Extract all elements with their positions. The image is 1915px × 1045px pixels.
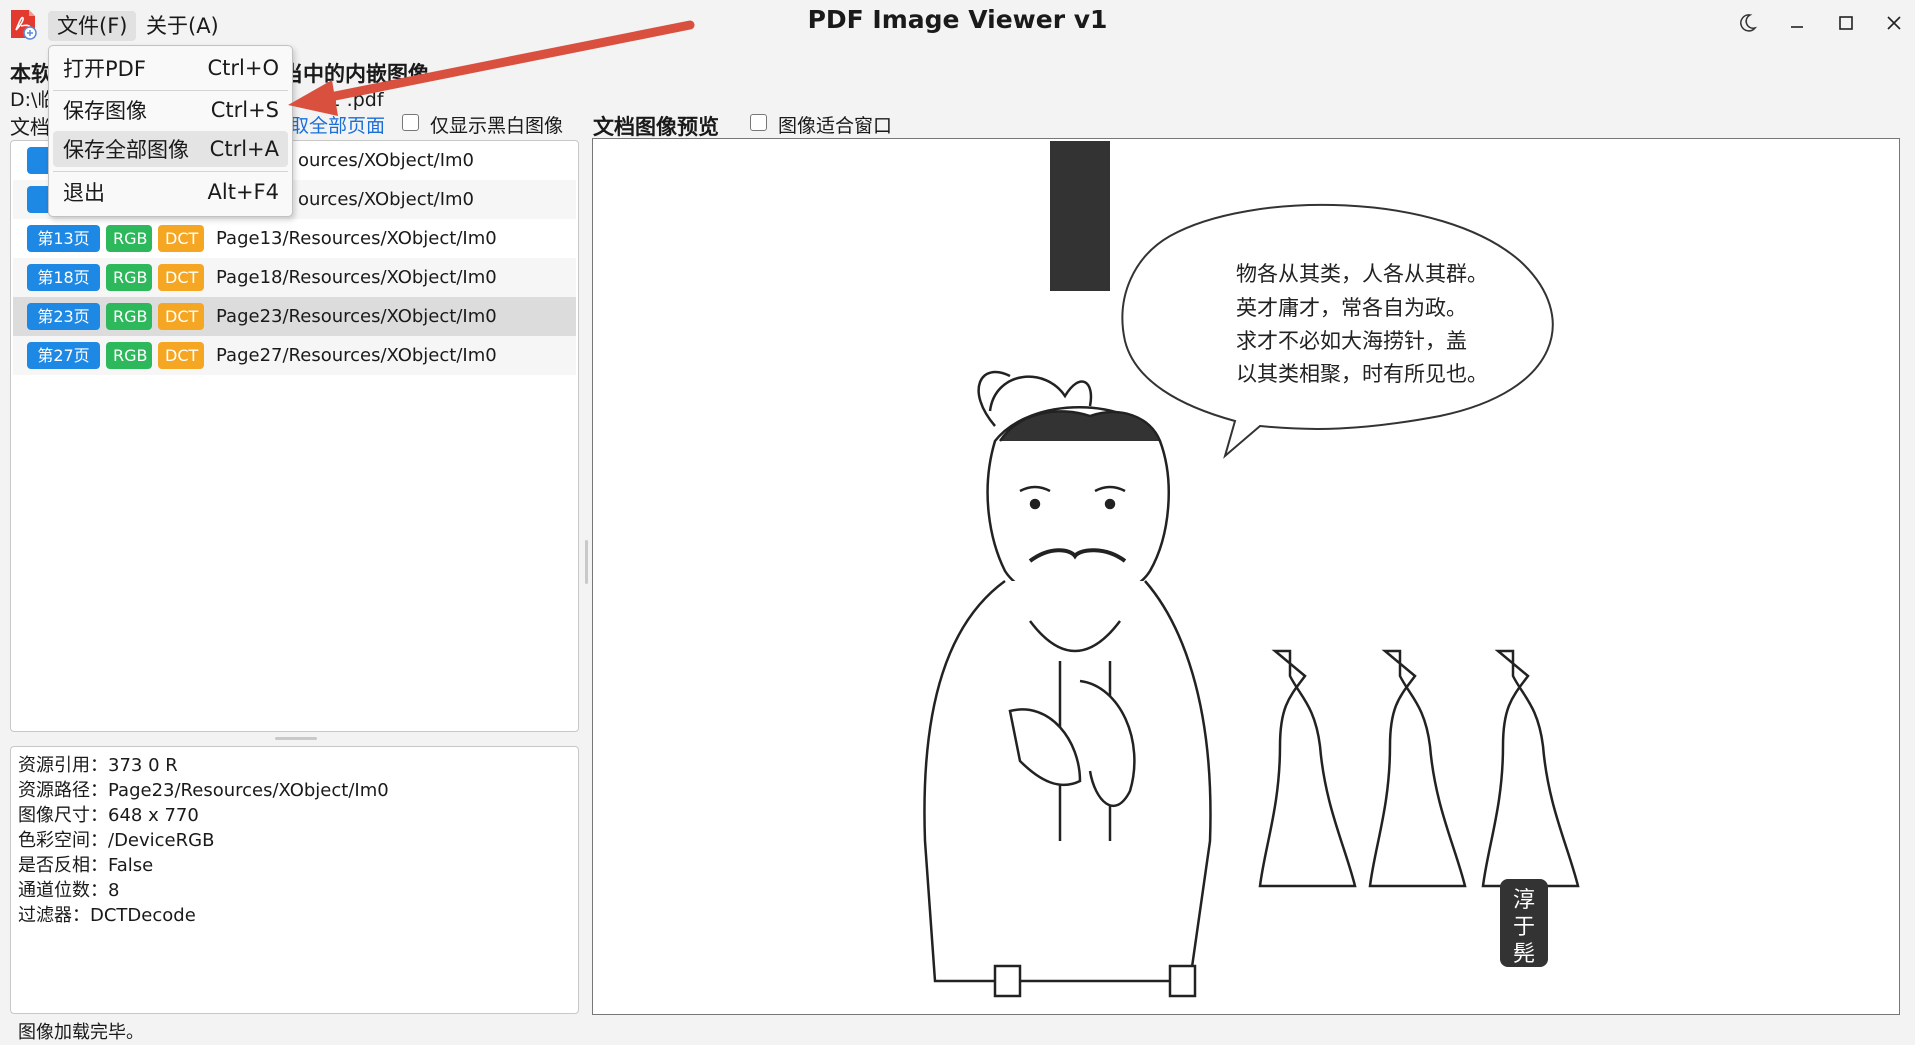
maximize-button[interactable] (1826, 8, 1866, 38)
image-list[interactable]: 第 ources/XObject/Im0 第 ources/XObject/Im… (10, 140, 579, 732)
menu-item-label: 保存图像 (63, 99, 147, 123)
list-item[interactable]: 第13页 RGB DCT Page13/Resources/XObject/Im… (13, 219, 576, 258)
status-bar: 图像加载完毕。 (18, 1022, 144, 1043)
filter-tag: DCT (158, 342, 204, 369)
description-left: 本软 (10, 62, 52, 86)
title-bar: 文件(F) 关于(A) PDF Image Viewer v1 (0, 0, 1915, 46)
bw-only-label[interactable]: 仅显示黑白图像 (430, 111, 563, 138)
file-menu-dropdown[interactable]: 打开PDF Ctrl+O 保存图像 Ctrl+S 保存全部图像 Ctrl+A 退… (48, 45, 293, 217)
menu-item-label: 保存全部图像 (63, 138, 189, 162)
menu-item-open-pdf[interactable]: 打开PDF Ctrl+O (53, 50, 288, 86)
menu-item-save-all-images[interactable]: 保存全部图像 Ctrl+A (53, 131, 288, 167)
info-inverted: 是否反相：False (18, 855, 154, 876)
menu-separator (53, 90, 288, 91)
menu-item-shortcut: Alt+F4 (207, 180, 279, 204)
close-icon (1887, 16, 1901, 30)
menu-item-shortcut: Ctrl+O (207, 56, 280, 80)
page-tag: 第13页 (27, 225, 100, 252)
info-image-size: 图像尺寸：648 x 770 (18, 805, 199, 826)
bubble-line-1: 物各从其类，人各从其群。 (1236, 262, 1488, 286)
page-tag: 第23页 (27, 303, 100, 330)
colorspace-tag: RGB (106, 225, 152, 252)
file-path-right: 91 .pdf (316, 89, 384, 111)
filter-tag: DCT (158, 264, 204, 291)
info-resource-path: 资源路径：Page23/Resources/XObject/Im0 (18, 780, 389, 801)
bubble-line-4: 以其类相聚，时有所见也。 (1236, 362, 1488, 386)
colorspace-tag: RGB (106, 342, 152, 369)
filter-tag: DCT (158, 225, 204, 252)
window-title: PDF Image Viewer v1 (807, 5, 1108, 34)
list-item[interactable]: 第27页 RGB DCT Page27/Resources/XObject/Im… (13, 336, 576, 375)
menu-item-save-image[interactable]: 保存图像 Ctrl+S (53, 92, 288, 128)
horizontal-splitter-handle[interactable] (275, 737, 317, 740)
info-colorspace: 色彩空间：/DeviceRGB (18, 830, 215, 851)
minimize-button[interactable] (1777, 8, 1817, 38)
menu-item-shortcut: Ctrl+S (210, 98, 279, 122)
resource-path: Page18/Resources/XObject/Im0 (216, 267, 497, 288)
resource-path: ources/XObject/Im0 (298, 189, 475, 210)
maximize-icon (1839, 16, 1853, 30)
page-tag: 第27页 (27, 342, 100, 369)
info-bits-per-channel: 通道位数：8 (18, 880, 120, 901)
filter-tag: DCT (158, 303, 204, 330)
seal-char-2: 于 (1513, 915, 1535, 940)
list-item[interactable]: 第18页 RGB DCT Page18/Resources/XObject/Im… (13, 258, 576, 297)
image-info-panel: 资源引用：373 0 R 资源路径：Page23/Resources/XObje… (10, 746, 579, 1014)
theme-toggle-button[interactable] (1727, 8, 1767, 38)
resource-path: ources/XObject/Im0 (298, 150, 475, 171)
description-right: 当中的内嵌图像 (282, 62, 429, 86)
fit-window-checkbox[interactable] (750, 114, 767, 131)
minimize-icon (1791, 26, 1803, 28)
list-item-selected[interactable]: 第23页 RGB DCT Page23/Resources/XObject/Im… (13, 297, 576, 336)
resource-path: Page27/Resources/XObject/Im0 (216, 345, 497, 366)
preview-image: 物各从其类，人各从其群。 英才庸才，常各自为政。 求才不必如大海捞针，盖 以其类… (880, 141, 1613, 1012)
page-tag: 第18页 (27, 264, 100, 291)
seal-char-1: 淳 (1513, 888, 1535, 913)
bw-only-checkbox[interactable] (402, 114, 419, 131)
resource-path: Page23/Resources/XObject/Im0 (216, 306, 497, 327)
menu-item-label: 打开PDF (63, 57, 146, 81)
bubble-line-2: 英才庸才，常各自为政。 (1236, 296, 1467, 320)
vertical-splitter-handle[interactable] (585, 540, 588, 584)
menu-item-shortcut: Ctrl+A (209, 137, 279, 161)
extract-all-pages-link[interactable]: 取全部页面 (290, 111, 385, 138)
resource-path: Page13/Resources/XObject/Im0 (216, 228, 497, 249)
artist-seal: 淳 于 髡 (1500, 879, 1548, 967)
colorspace-tag: RGB (106, 264, 152, 291)
colorspace-tag: RGB (106, 303, 152, 330)
doc-image-label: 文档 (10, 115, 50, 139)
menu-item-label: 退出 (63, 181, 105, 205)
menu-separator (53, 171, 288, 172)
info-filter: 过滤器：DCTDecode (18, 905, 196, 926)
seal-char-3: 髡 (1513, 942, 1535, 967)
menu-item-exit[interactable]: 退出 Alt+F4 (53, 174, 288, 210)
moon-icon (1740, 14, 1758, 32)
fit-window-label[interactable]: 图像适合窗口 (778, 111, 892, 138)
bubble-line-3: 求才不必如大海捞针，盖 (1236, 329, 1467, 353)
preview-title: 文档图像预览 (593, 115, 719, 139)
info-resource-ref: 资源引用：373 0 R (18, 755, 178, 776)
close-button[interactable] (1874, 8, 1914, 38)
